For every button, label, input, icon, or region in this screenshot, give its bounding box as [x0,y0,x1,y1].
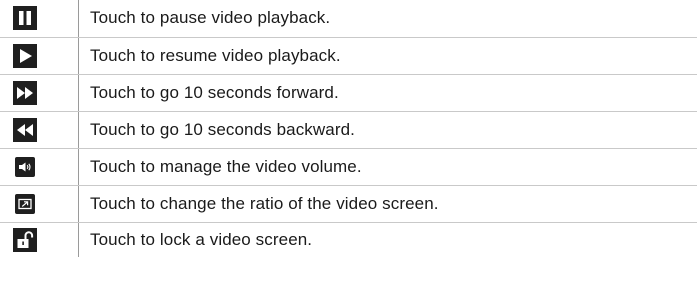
table-row: Touch to change the ratio of the video s… [0,185,697,223]
play-icon [13,43,37,68]
row-description: Touch to pause video playback. [78,0,697,38]
table-row: Touch to manage the video volume. [0,148,697,186]
fast-forward-icon [13,80,37,105]
row-description: Touch to go 10 seconds backward. [78,111,697,149]
rewind-icon [13,117,37,142]
icon-cell [0,222,79,257]
row-description: Touch to resume video playback. [78,37,697,75]
row-description: Touch to change the ratio of the video s… [78,185,697,223]
row-description: Touch to manage the video volume. [78,148,697,186]
icon-cell [0,185,79,223]
icon-cell [0,37,79,75]
lock-icon [13,227,37,252]
row-description: Touch to go 10 seconds forward. [78,74,697,112]
row-description: Touch to lock a video screen. [90,229,313,249]
screen-ratio-icon [15,193,35,214]
icon-cell [0,111,79,149]
table-row: Touch to go 10 seconds backward. [0,111,697,149]
table-row: Touch to go 10 seconds forward. [0,74,697,112]
table-row: Touch to resume video playback. [0,37,697,75]
volume-icon [15,156,35,177]
pause-icon [13,6,37,31]
video-controls-reference-table: Touch to pause video playback. Touch to … [0,0,697,257]
icon-cell [0,74,79,112]
icon-cell [0,148,79,186]
table-row: Touch to pause video playback. [0,0,697,38]
table-row: Touch to lock a video screen. [0,222,697,257]
icon-cell [0,0,79,38]
